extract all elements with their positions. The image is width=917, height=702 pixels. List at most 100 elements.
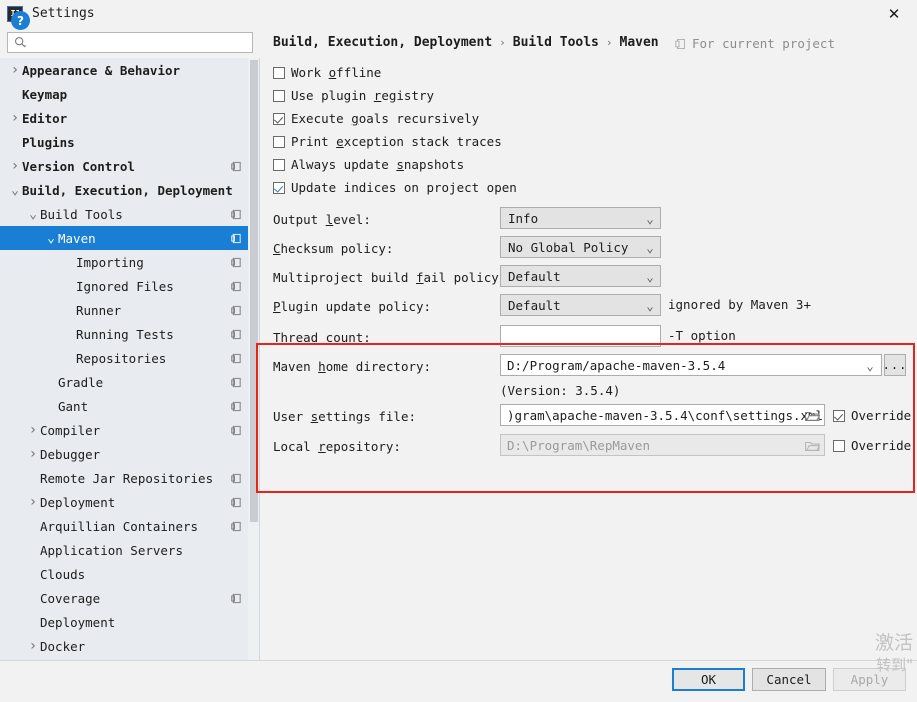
project-scope-icon	[231, 425, 241, 435]
checkbox-box	[833, 409, 845, 422]
sidebar-item-repositories[interactable]: Repositories	[0, 346, 260, 370]
title-bar: IJ Settings ✕	[0, 0, 917, 27]
local-repository-label: Local repository:	[273, 438, 401, 454]
chevron-down-icon: ⌄	[29, 206, 37, 222]
checkbox-always-update-snapshots[interactable]: Always update snapshots	[273, 157, 464, 172]
thread-count-label: Thread count:	[273, 329, 371, 345]
sidebar-item-label: Version Control	[22, 158, 135, 174]
sidebar-item-label: Deployment	[40, 614, 116, 630]
sidebar-item-plugins[interactable]: Plugins	[0, 130, 260, 154]
project-scope-icon	[231, 233, 241, 243]
chevron-right-icon: ›	[28, 494, 38, 510]
sidebar-item-compiler[interactable]: › Compiler	[0, 418, 260, 442]
sidebar-item-label: Keymap	[22, 86, 68, 102]
sidebar-item-label: Gant	[58, 398, 89, 414]
sidebar-item-label: Build, Execution, Deployment	[22, 182, 233, 198]
thread-count-input[interactable]	[500, 325, 661, 347]
maven-home-label: Maven home directory:	[273, 358, 432, 374]
checkbox-box	[273, 112, 285, 125]
checksum-policy-select[interactable]: No Global Policy ⌄	[500, 236, 661, 258]
chevron-right-icon: ›	[28, 638, 38, 654]
help-icon[interactable]: ?	[11, 11, 30, 30]
project-scope-icon	[231, 497, 241, 507]
sidebar-item-clouds[interactable]: Clouds	[0, 562, 260, 586]
maven-home-browse-button[interactable]: ...	[883, 354, 906, 376]
sidebar-item-debugger[interactable]: › Debugger	[0, 442, 260, 466]
sidebar-item-label: Debugger	[40, 446, 101, 462]
close-icon[interactable]: ✕	[871, 0, 917, 27]
search-input[interactable]	[30, 34, 252, 51]
sidebar-item-build-tools[interactable]: ⌄ Build Tools	[0, 202, 260, 226]
sidebar-item-version-control[interactable]: › Version Control	[0, 154, 260, 178]
breadcrumb: Build, Execution, Deployment › Build Too…	[273, 35, 659, 50]
checkbox-execute-goals-recursively[interactable]: Execute goals recursively	[273, 111, 479, 126]
checkbox-box	[833, 439, 845, 452]
sidebar-item-label: Coverage	[40, 590, 101, 606]
sidebar-item-label: Arquillian Containers	[40, 518, 199, 534]
checkbox-update-indices-on-project-open[interactable]: Update indices on project open	[273, 180, 517, 195]
breadcrumb-item-0[interactable]: Build, Execution, Deployment	[273, 35, 492, 50]
sidebar-item-runner[interactable]: Runner	[0, 298, 260, 322]
checkbox-use-plugin-registry[interactable]: Use plugin registry	[273, 88, 434, 103]
chevron-down-icon: ⌄	[47, 230, 55, 246]
sidebar-item-importing[interactable]: Importing	[0, 250, 260, 274]
local-repository-folder-icon[interactable]	[805, 439, 820, 452]
checksum-policy-value: No Global Policy	[508, 239, 629, 255]
output-level-select[interactable]: Info ⌄	[500, 207, 661, 229]
chevron-down-icon[interactable]: ⌄	[640, 211, 660, 226]
local-repository-input[interactable]: D:\Program\RepMaven	[500, 434, 825, 456]
multiproject-build-fail-policy-select[interactable]: Default ⌄	[500, 265, 661, 287]
sidebar-item-label: Remote Jar Repositories	[40, 470, 214, 486]
sidebar-scrollbar-thumb[interactable]	[250, 60, 258, 522]
breadcrumb-separator-0: ›	[499, 36, 506, 49]
sidebar-item-arquillian-containers[interactable]: Arquillian Containers	[0, 514, 260, 538]
checkbox-print-exception-stack-traces[interactable]: Print exception stack traces	[273, 134, 502, 149]
sidebar-item-gradle[interactable]: Gradle	[0, 370, 260, 394]
sidebar-item-running-tests[interactable]: Running Tests	[0, 322, 260, 346]
sidebar-item-coverage[interactable]: Coverage	[0, 586, 260, 610]
local-repository-value: D:\Program\RepMaven	[507, 437, 650, 453]
user-settings-folder-icon[interactable]	[805, 409, 820, 422]
chevron-down-icon: ⌄	[11, 182, 19, 198]
sidebar-item-maven[interactable]: ⌄ Maven	[0, 226, 260, 250]
checkbox-work-offline[interactable]: Work offline	[273, 65, 381, 80]
user-settings-input[interactable]: )gram\apache-maven-3.5.4\conf\settings.x…	[500, 404, 825, 426]
cancel-button[interactable]: Cancel	[752, 668, 826, 691]
sidebar-item-deployment[interactable]: › Deployment	[0, 490, 260, 514]
sidebar-item-label: Deployment	[40, 494, 116, 510]
sidebar-item-label: Build Tools	[40, 206, 123, 222]
chevron-down-icon[interactable]: ⌄	[859, 358, 881, 373]
sidebar-item-deployment[interactable]: Deployment	[0, 610, 260, 634]
ok-button[interactable]: OK	[672, 668, 745, 691]
chevron-down-icon[interactable]: ⌄	[640, 298, 660, 313]
maven-settings-panel: Build, Execution, Deployment › Build Too…	[260, 27, 917, 660]
settings-tree[interactable]: › Appearance & Behavior Keymap › Editor Plugi…	[0, 58, 260, 660]
sidebar-item-gant[interactable]: Gant	[0, 394, 260, 418]
local-repository-override-checkbox[interactable]: Override	[833, 438, 911, 453]
maven-home-combo-input[interactable]: D:/Program/apache-maven-3.5.4 ⌄	[500, 354, 882, 376]
chevron-down-icon[interactable]: ⌄	[640, 269, 660, 284]
search-field[interactable]	[7, 32, 253, 53]
output-level-row: Output level:	[273, 208, 371, 230]
breadcrumb-item-1[interactable]: Build Tools	[513, 35, 599, 50]
project-scope-icon	[231, 593, 241, 603]
sidebar-item-application-servers[interactable]: Application Servers	[0, 538, 260, 562]
checkbox-box	[273, 135, 285, 148]
chevron-right-icon: ›	[10, 110, 20, 126]
checkbox-label: Update indices on project open	[291, 180, 517, 195]
sidebar-item-build-execution-deployment[interactable]: ⌄ Build, Execution, Deployment	[0, 178, 260, 202]
sidebar-item-keymap[interactable]: Keymap	[0, 82, 260, 106]
sidebar-item-ignored-files[interactable]: Ignored Files	[0, 274, 260, 298]
project-scope-icon	[231, 401, 241, 411]
plugin-update-policy-select[interactable]: Default ⌄	[500, 294, 661, 316]
sidebar-item-remote-jar-repositories[interactable]: Remote Jar Repositories	[0, 466, 260, 490]
project-scope-icon	[675, 38, 685, 49]
project-scope-icon	[231, 161, 241, 171]
chevron-right-icon: ›	[28, 446, 38, 462]
breadcrumb-item-2[interactable]: Maven	[620, 35, 659, 50]
chevron-down-icon[interactable]: ⌄	[640, 240, 660, 255]
sidebar-item-appearance-behavior[interactable]: › Appearance & Behavior	[0, 58, 260, 82]
sidebar-item-editor[interactable]: › Editor	[0, 106, 260, 130]
user-settings-override-checkbox[interactable]: Override	[833, 408, 911, 423]
sidebar-item-docker[interactable]: › Docker	[0, 634, 260, 658]
